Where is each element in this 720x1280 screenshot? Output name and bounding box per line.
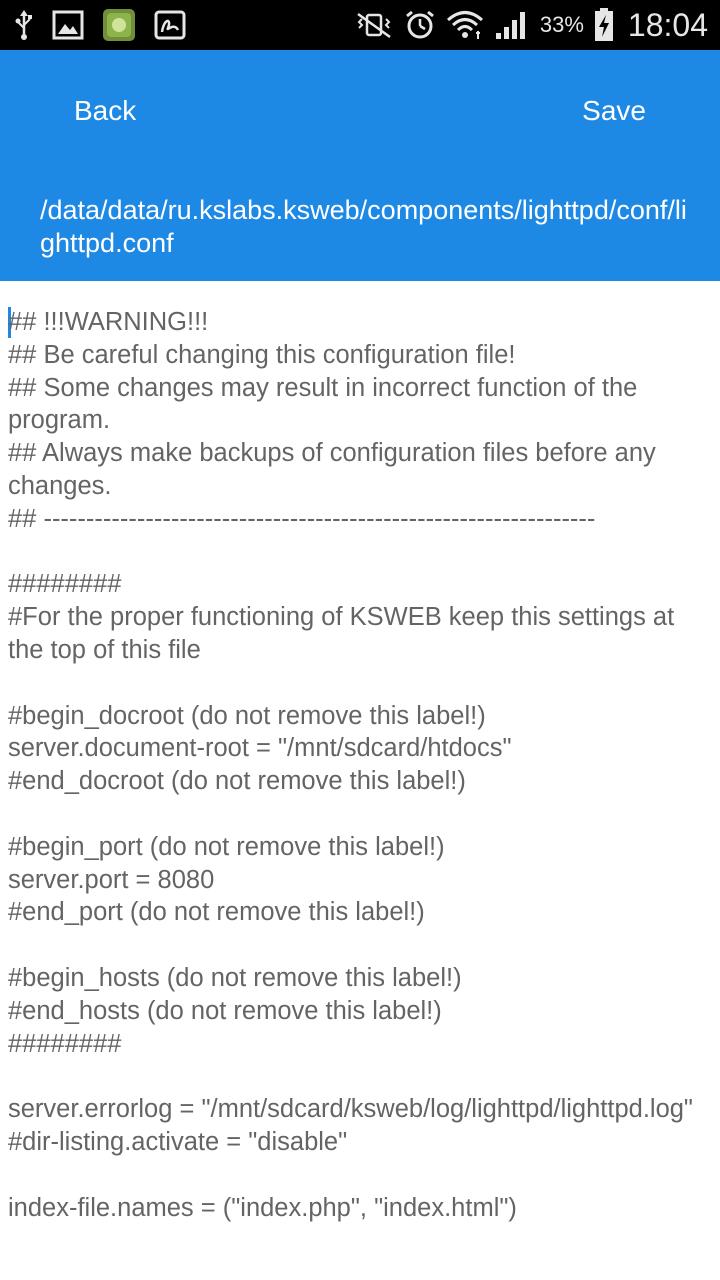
mute-vibrate-icon — [354, 10, 394, 40]
battery-percent: 33% — [539, 12, 584, 37]
file-path: /data/data/ru.kslabs.ksweb/components/li… — [40, 195, 687, 258]
alarm-icon — [404, 9, 436, 41]
image-notification-icon — [52, 10, 84, 40]
config-editor[interactable]: ## !!!WARNING!!! ## Be careful changing … — [0, 281, 720, 1280]
config-file-content[interactable]: ## !!!WARNING!!! ## Be careful changing … — [8, 306, 716, 1224]
status-bar: 33% 18:04 — [0, 0, 720, 50]
usb-icon — [14, 10, 34, 40]
wifi-icon — [446, 9, 484, 41]
cellular-signal-icon — [494, 9, 530, 41]
app-bar: Back Save /data/data/ru.kslabs.ksweb/com… — [0, 50, 720, 281]
save-button[interactable]: Save — [582, 86, 646, 136]
back-button[interactable]: Back — [74, 86, 136, 136]
app-notification-icon — [102, 8, 136, 42]
clock: 18:04 — [627, 6, 708, 43]
status-bar-system: 33% 18:04 — [354, 0, 708, 50]
status-bar-notifications — [14, 0, 186, 50]
battery-charging-icon — [594, 8, 614, 42]
signature-notification-icon — [154, 10, 186, 40]
